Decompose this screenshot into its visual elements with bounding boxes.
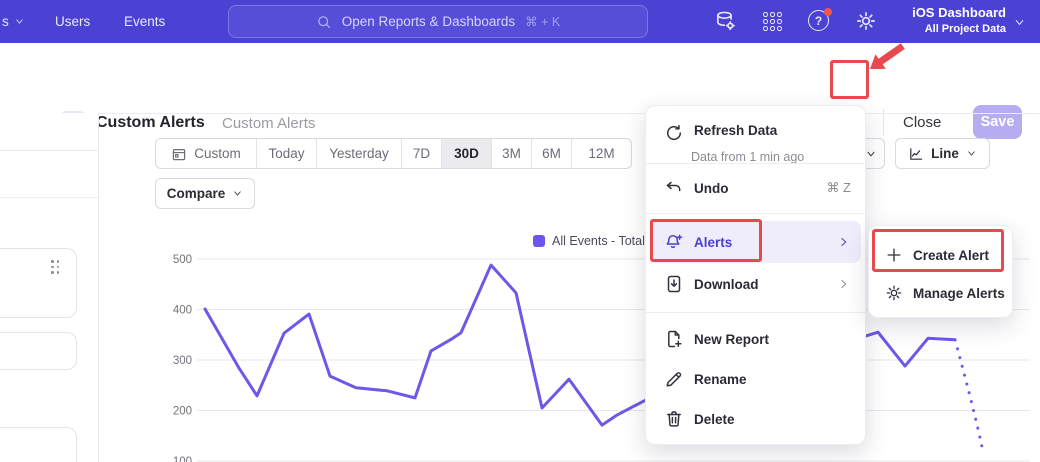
svg-text:300: 300	[173, 355, 192, 367]
menu-item-delete[interactable]: Delete	[646, 398, 865, 440]
search-icon	[316, 14, 332, 30]
undo-shortcut: ⌘ Z	[826, 180, 851, 196]
refresh-icon	[664, 123, 684, 143]
nav-item-users[interactable]: Users	[55, 0, 90, 43]
menu-item-rename[interactable]: Rename	[646, 358, 865, 400]
plus-icon	[885, 246, 903, 264]
new-report-icon	[664, 329, 684, 349]
legend-label: All Events - Total	[552, 234, 645, 248]
range-6m[interactable]: 6M	[531, 139, 571, 168]
database-gear-icon[interactable]	[714, 10, 736, 32]
svg-text:200: 200	[173, 406, 192, 418]
top-navigation-bar: s Users Events Open Reports & Dashboards…	[0, 0, 1040, 43]
download-icon	[664, 274, 684, 294]
chevron-down-icon[interactable]	[1013, 16, 1026, 29]
project-selector[interactable]: iOS Dashboard All Project Data	[912, 4, 1006, 36]
range-12m[interactable]: 12M	[571, 139, 631, 168]
chevron-right-icon	[837, 235, 851, 249]
apps-grid-icon[interactable]	[763, 12, 785, 34]
range-7d[interactable]: 7D	[401, 139, 441, 168]
search-placeholder: Open Reports & Dashboards	[342, 14, 515, 29]
nav-item-events[interactable]: Events	[124, 0, 165, 43]
chart-type-button[interactable]: Line	[895, 138, 990, 169]
chevron-down-icon	[14, 16, 25, 27]
date-range-control: Custom Today Yesterday 7D 30D 3M 6M 12M	[155, 138, 632, 169]
chevron-right-icon	[837, 277, 851, 291]
chevron-down-icon	[966, 148, 977, 159]
calendar-icon	[171, 146, 187, 162]
menu-item-undo[interactable]: Undo ⌘ Z	[646, 168, 865, 208]
svg-text:500: 500	[173, 254, 192, 266]
search-input[interactable]: Open Reports & Dashboards ⌘ + K	[228, 5, 648, 38]
menu-divider	[646, 312, 865, 313]
sidebar-card[interactable]	[0, 332, 77, 370]
nav-item-partial[interactable]: s	[2, 0, 25, 43]
chevron-down-icon	[232, 188, 243, 199]
trash-icon	[664, 409, 684, 429]
undo-icon	[664, 178, 684, 198]
svg-text:100: 100	[173, 456, 192, 462]
sidebar-divider	[0, 197, 98, 198]
menu-divider	[646, 163, 865, 164]
report-header: Custom Alerts Custom Alerts GV Duplicate…	[0, 43, 1040, 113]
legend-swatch	[533, 235, 545, 247]
notification-dot	[824, 8, 832, 16]
chevron-down-icon	[865, 148, 877, 160]
menu-item-new-report[interactable]: New Report	[646, 318, 865, 360]
gear-icon	[885, 284, 903, 302]
drag-handle-icon[interactable]	[51, 260, 61, 275]
header-bottom-rule	[0, 113, 1040, 114]
alerts-submenu: Create Alert Manage Alerts	[868, 225, 1013, 318]
menu-item-alerts[interactable]: Alerts	[646, 221, 865, 263]
settings-gear-icon[interactable]	[855, 10, 877, 32]
help-icon[interactable]: ?	[808, 10, 830, 32]
chart-legend: All Events - Total	[533, 234, 645, 248]
more-actions-menu: Refresh Data Data from 1 min ago Undo ⌘ …	[645, 105, 866, 445]
project-name: iOS Dashboard	[912, 4, 1006, 22]
pencil-icon	[664, 369, 684, 389]
range-yesterday[interactable]: Yesterday	[316, 139, 401, 168]
compare-button[interactable]: Compare	[155, 178, 255, 209]
svg-text:400: 400	[173, 305, 192, 317]
menu-item-download[interactable]: Download	[646, 263, 865, 305]
range-3m[interactable]: 3M	[491, 139, 531, 168]
search-shortcut: ⌘ + K	[525, 14, 560, 29]
sidebar-card[interactable]	[0, 427, 77, 462]
menu-divider	[646, 213, 865, 214]
menu-item-refresh-data[interactable]: Refresh Data Data from 1 min ago	[646, 114, 865, 164]
bell-plus-icon	[664, 232, 684, 252]
project-scope: All Project Data	[912, 22, 1006, 36]
left-sidebar	[0, 113, 99, 462]
sidebar-divider	[0, 150, 98, 151]
line-chart-icon	[908, 146, 924, 162]
range-today[interactable]: Today	[256, 139, 316, 168]
range-30d-selected[interactable]: 30D	[441, 139, 491, 168]
refresh-status: Data from 1 min ago	[691, 150, 804, 164]
range-custom[interactable]: Custom	[156, 139, 256, 168]
submenu-item-create-alert[interactable]: Create Alert	[869, 235, 1012, 275]
submenu-item-manage-alerts[interactable]: Manage Alerts	[869, 273, 1012, 313]
sidebar-card[interactable]	[0, 248, 77, 318]
